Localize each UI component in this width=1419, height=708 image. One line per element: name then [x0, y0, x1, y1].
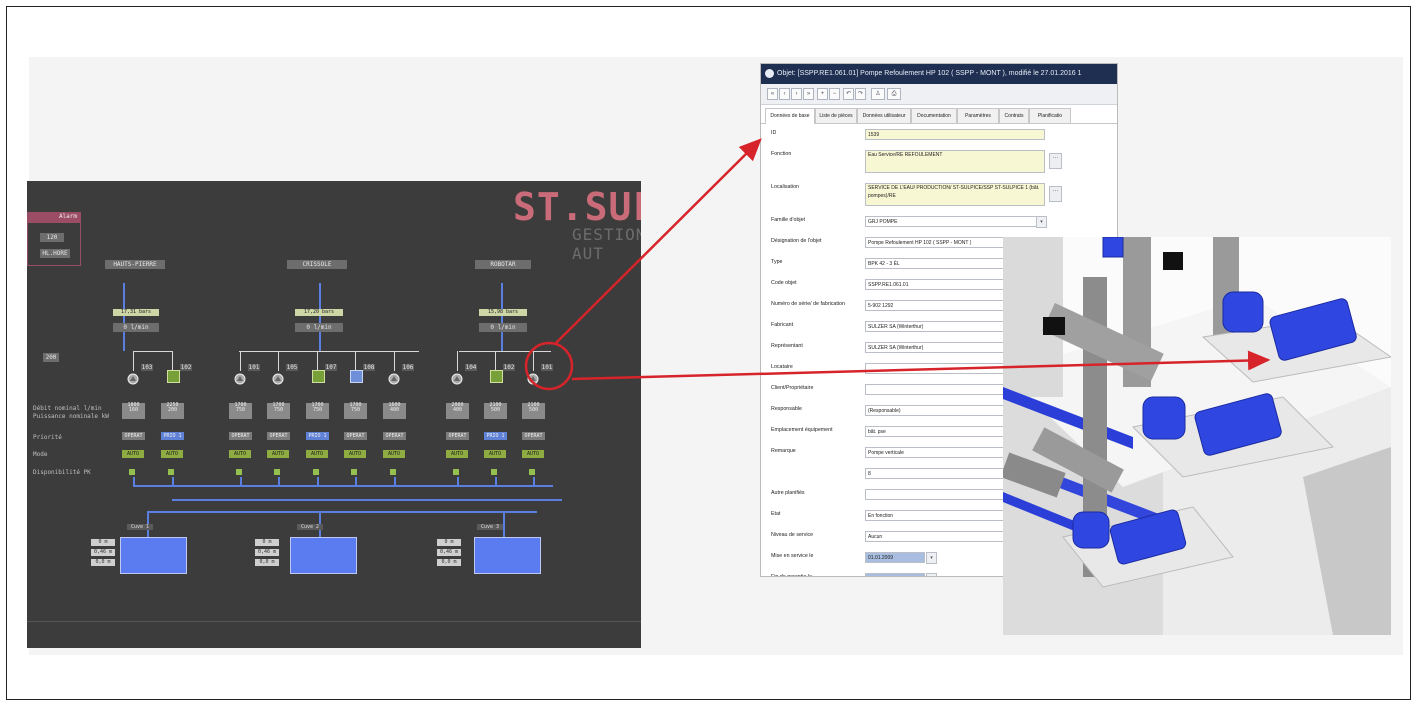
- highlight-circle: [524, 341, 574, 391]
- annotation-overlay: [524, 138, 1271, 391]
- arrow-to-dialog: [555, 138, 762, 344]
- arrow-to-3d-pump: [571, 350, 1271, 381]
